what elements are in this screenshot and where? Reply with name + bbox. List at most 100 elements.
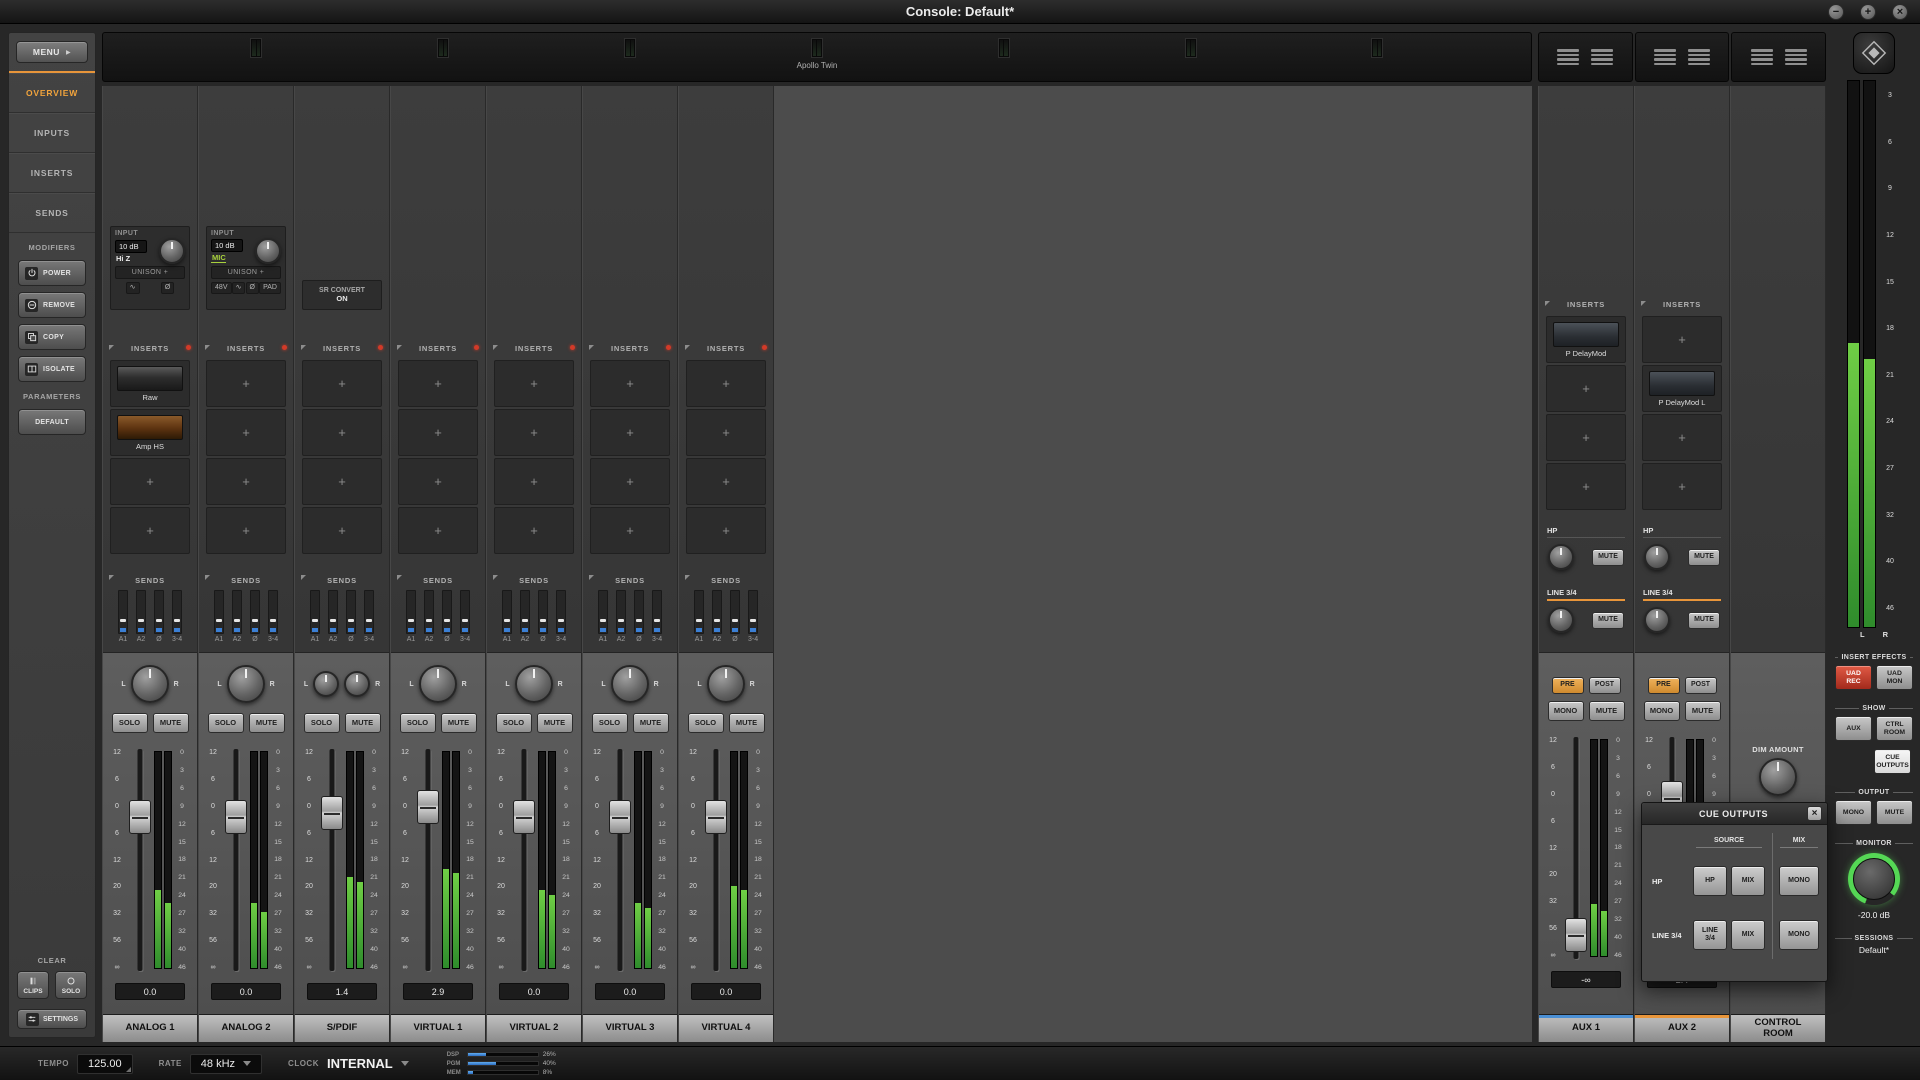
- send-level-slider[interactable]: [424, 590, 434, 634]
- send-level-slider[interactable]: [694, 590, 704, 634]
- insert-slot-plugin[interactable]: Raw: [110, 360, 190, 407]
- send-level-slider[interactable]: [364, 590, 374, 634]
- insert-slot-empty[interactable]: +: [206, 409, 286, 456]
- pan-knob-right[interactable]: [344, 671, 370, 697]
- channel-collapse-icon[interactable]: [1751, 49, 1773, 65]
- collapse-icon[interactable]: [1641, 301, 1646, 306]
- input-gain-knob[interactable]: [255, 238, 281, 264]
- insert-slot-empty[interactable]: +: [590, 507, 670, 554]
- aux-send-mute-button[interactable]: MUTE: [1592, 549, 1624, 566]
- insert-slot-empty[interactable]: +: [494, 458, 574, 505]
- fader[interactable]: [510, 743, 538, 979]
- insert-slot-empty[interactable]: +: [1546, 365, 1626, 412]
- collapse-icon[interactable]: [397, 345, 402, 350]
- pan-knob[interactable]: [131, 665, 169, 703]
- fader[interactable]: [222, 743, 250, 979]
- cue-hp-mix-mono-button[interactable]: MONO: [1779, 866, 1819, 896]
- channel-name[interactable]: VIRTUAL 4: [679, 1014, 773, 1042]
- collapse-icon[interactable]: [589, 345, 594, 350]
- mono-button[interactable]: MONO: [1644, 701, 1680, 721]
- send-level-slider[interactable]: [136, 590, 146, 634]
- fader[interactable]: [414, 743, 442, 979]
- fader[interactable]: [606, 743, 634, 979]
- insert-slot-empty[interactable]: +: [110, 507, 190, 554]
- insert-slot-empty[interactable]: +: [590, 458, 670, 505]
- clear-solo-button[interactable]: SOLO: [55, 971, 87, 999]
- insert-slot-empty[interactable]: +: [398, 458, 478, 505]
- insert-slot-empty[interactable]: +: [110, 458, 190, 505]
- sr-convert-toggle[interactable]: SR CONVERTON: [302, 280, 382, 310]
- solo-button[interactable]: SOLO: [112, 713, 148, 733]
- send-level-slider[interactable]: [442, 590, 452, 634]
- send-level-slider[interactable]: [406, 590, 416, 634]
- channel-name[interactable]: VIRTUAL 2: [487, 1014, 581, 1042]
- close-button[interactable]: ×: [1892, 4, 1908, 20]
- insert-slot-empty[interactable]: +: [494, 409, 574, 456]
- insert-slot-empty[interactable]: +: [398, 360, 478, 407]
- solo-button[interactable]: SOLO: [304, 713, 340, 733]
- input-switch[interactable]: 48V: [211, 282, 231, 294]
- send-level-slider[interactable]: [730, 590, 740, 634]
- insert-slot-empty[interactable]: +: [302, 360, 382, 407]
- send-level-slider[interactable]: [634, 590, 644, 634]
- cue-outputs-button[interactable]: CUE OUTPUTS: [1874, 749, 1911, 774]
- default-button[interactable]: DEFAULT: [18, 409, 86, 435]
- input-switch[interactable]: ∿: [126, 282, 140, 294]
- tempo-value[interactable]: 125.00: [77, 1054, 133, 1074]
- collapse-icon[interactable]: [685, 575, 690, 580]
- mono-button[interactable]: MONO: [1835, 800, 1872, 825]
- insert-slot-empty[interactable]: +: [686, 409, 766, 456]
- mute-button[interactable]: MUTE: [537, 713, 573, 733]
- aux-button[interactable]: AUX: [1835, 716, 1872, 741]
- fader[interactable]: [126, 743, 154, 979]
- channel-collapse-icon[interactable]: [1591, 49, 1613, 65]
- pre-button[interactable]: PRE: [1648, 677, 1680, 694]
- sidebar-tab-overview[interactable]: OVERVIEW: [9, 73, 95, 113]
- send-level-slider[interactable]: [268, 590, 278, 634]
- monitor-level-knob[interactable]: [1848, 853, 1900, 905]
- collapse-icon[interactable]: [1545, 301, 1550, 306]
- sidebar-tab-inputs[interactable]: INPUTS: [9, 113, 95, 153]
- insert-slot-empty[interactable]: +: [206, 360, 286, 407]
- insert-slot-empty[interactable]: +: [1642, 414, 1722, 461]
- clock-select[interactable]: INTERNAL: [327, 1056, 409, 1071]
- pan-knob-left[interactable]: [313, 671, 339, 697]
- fader[interactable]: [318, 743, 346, 979]
- fader[interactable]: [702, 743, 730, 979]
- solo-button[interactable]: SOLO: [688, 713, 724, 733]
- input-switch[interactable]: PAD: [259, 282, 281, 294]
- fader-cap[interactable]: [129, 800, 151, 834]
- send-level-slider[interactable]: [250, 590, 260, 634]
- input-switch[interactable]: Ø: [161, 282, 174, 294]
- collapse-icon[interactable]: [301, 345, 306, 350]
- channel-collapse-icon[interactable]: [1557, 49, 1579, 65]
- insert-slot-plugin[interactable]: P DelayMod L: [1642, 365, 1722, 412]
- insert-slot-empty[interactable]: +: [302, 458, 382, 505]
- channel-collapse-icon[interactable]: [1654, 49, 1676, 65]
- send-level-slider[interactable]: [538, 590, 548, 634]
- insert-slot-plugin[interactable]: P DelayMod: [1546, 316, 1626, 363]
- insert-slot-empty[interactable]: +: [590, 409, 670, 456]
- clear-clips-button[interactable]: CLIPS: [17, 971, 49, 999]
- send-level-slider[interactable]: [232, 590, 242, 634]
- sidebar-tab-inserts[interactable]: INSERTS: [9, 153, 95, 193]
- insert-slot-empty[interactable]: +: [590, 360, 670, 407]
- channel-name[interactable]: VIRTUAL 3: [583, 1014, 677, 1042]
- send-level-slider[interactable]: [346, 590, 356, 634]
- unison-slot[interactable]: UNISON +: [115, 266, 185, 279]
- channel-name[interactable]: ANALOG 1: [103, 1014, 197, 1042]
- uad-rec-button[interactable]: UAD REC: [1835, 665, 1872, 690]
- aux-send-mute-button[interactable]: MUTE: [1688, 612, 1720, 629]
- aux-send-knob[interactable]: [1548, 607, 1574, 633]
- insert-slot-empty[interactable]: +: [494, 360, 574, 407]
- input-mode[interactable]: Hi Z: [115, 254, 147, 263]
- post-button[interactable]: POST: [1589, 677, 1621, 694]
- channel-name[interactable]: VIRTUAL 1: [391, 1014, 485, 1042]
- pan-knob[interactable]: [515, 665, 553, 703]
- mute-button[interactable]: MUTE: [1685, 701, 1721, 721]
- insert-slot-empty[interactable]: +: [1642, 316, 1722, 363]
- send-level-slider[interactable]: [328, 590, 338, 634]
- aux-send-mute-button[interactable]: MUTE: [1688, 549, 1720, 566]
- mute-button[interactable]: MUTE: [441, 713, 477, 733]
- input-gain-value[interactable]: 10 dB: [211, 239, 243, 252]
